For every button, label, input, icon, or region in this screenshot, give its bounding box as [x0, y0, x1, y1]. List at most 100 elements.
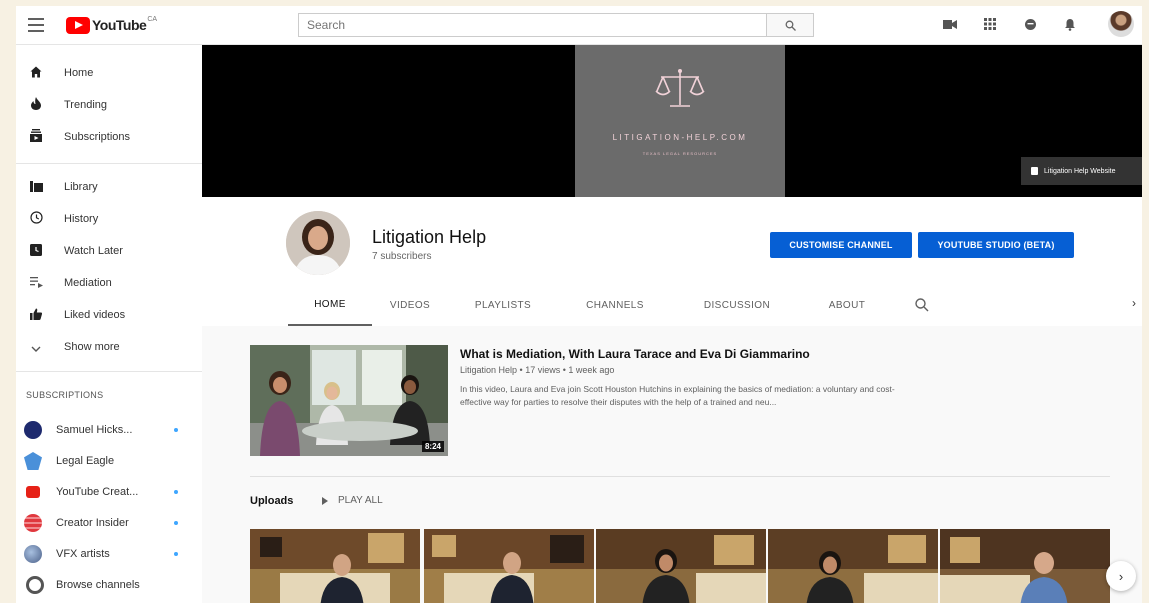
- sidebar-item-mediation[interactable]: Mediation: [16, 269, 202, 297]
- subscription-item[interactable]: Creator Insider: [16, 509, 202, 537]
- banner-link-label: Litigation Help Website: [1044, 167, 1116, 175]
- video-thumbnail-image: [424, 529, 594, 603]
- channel-avatar: [24, 421, 42, 439]
- sidebar-item-label: Subscriptions: [64, 131, 131, 143]
- chevron-down-icon: [28, 340, 44, 355]
- youtube-studio-button[interactable]: YOUTUBE STUDIO (BETA): [918, 232, 1074, 258]
- sidebar-item-history[interactable]: History: [16, 205, 202, 233]
- uploads-shelf-title[interactable]: Uploads: [250, 495, 293, 507]
- youtube-logo[interactable]: YouTube CA: [66, 16, 157, 34]
- subscriptions-icon: [28, 129, 44, 145]
- play-icon: [322, 496, 328, 505]
- sidebar-item-label: Home: [64, 67, 94, 79]
- browser-window: YouTube CA Home: [16, 6, 1142, 603]
- new-content-dot: [174, 521, 178, 525]
- apps-grid-icon[interactable]: [982, 16, 998, 32]
- subscription-item[interactable]: VFX artists: [16, 540, 202, 568]
- shelf-next-button[interactable]: ›: [1106, 561, 1136, 591]
- video-thumbnail-image: [940, 529, 1110, 603]
- subscription-label: Samuel Hicks...: [56, 424, 133, 436]
- video-thumbnail-image: [250, 529, 420, 603]
- upload-video-thumbnail[interactable]: [250, 529, 420, 603]
- upload-video-thumbnail[interactable]: [424, 529, 594, 603]
- sidebar-divider: [16, 371, 202, 372]
- banner-website-link[interactable]: Litigation Help Website: [1021, 157, 1142, 185]
- sidebar-item-label: History: [64, 213, 99, 225]
- sidebar-item-trending[interactable]: Trending: [16, 91, 202, 119]
- search-button[interactable]: [766, 13, 814, 37]
- channel-avatar: [26, 486, 40, 498]
- logo-text: YouTube: [92, 17, 147, 33]
- tab-discussion[interactable]: DISCUSSION: [682, 285, 792, 326]
- sidebar-item-home[interactable]: Home: [16, 59, 202, 87]
- featured-video-thumbnail[interactable]: 8:24: [250, 345, 448, 456]
- sidebar-item-liked-videos[interactable]: Liked videos: [16, 301, 202, 329]
- tab-about[interactable]: ABOUT: [812, 285, 882, 326]
- sidebar-item-show-more[interactable]: Show more: [16, 333, 202, 361]
- sidebar-item-watch-later[interactable]: Watch Later: [16, 237, 202, 265]
- upload-video-thumbnail[interactable]: [940, 529, 1110, 603]
- guide-sidebar: Home Trending Subscriptions Library Hist…: [16, 45, 202, 603]
- banner-title: LITIGATION-HELP.COM: [612, 133, 748, 142]
- sidebar-item-label: Liked videos: [64, 309, 126, 321]
- tab-videos[interactable]: VIDEOS: [372, 285, 448, 326]
- new-content-dot: [174, 552, 178, 556]
- menu-icon[interactable]: [28, 18, 44, 32]
- website-icon: [1031, 167, 1038, 175]
- channel-avatar[interactable]: [286, 211, 350, 275]
- new-content-dot: [174, 490, 178, 494]
- logo-region: CA: [147, 16, 158, 23]
- subscription-label: YouTube Creat...: [56, 486, 139, 498]
- thumbs-up-icon: [28, 308, 44, 323]
- channel-avatar-photo: [286, 211, 350, 275]
- subscription-label: Legal Eagle: [56, 455, 115, 467]
- create-video-icon[interactable]: [942, 16, 958, 32]
- tab-channels[interactable]: CHANNELS: [570, 285, 660, 326]
- subscription-item[interactable]: Legal Eagle: [16, 447, 202, 475]
- channel-avatar: [24, 452, 42, 470]
- account-avatar[interactable]: [1108, 11, 1134, 37]
- history-icon: [28, 211, 44, 227]
- tab-playlists[interactable]: PLAYLISTS: [458, 285, 548, 326]
- home-icon: [28, 66, 44, 81]
- channel-name: Litigation Help: [372, 227, 487, 247]
- upload-video-thumbnail[interactable]: [768, 529, 938, 603]
- subscription-item[interactable]: YouTube Creat...: [16, 478, 202, 506]
- play-all-button[interactable]: PLAY ALL: [322, 495, 383, 506]
- search-icon[interactable]: [914, 297, 930, 313]
- subscription-label: VFX artists: [56, 548, 110, 560]
- flame-icon: [28, 97, 44, 113]
- messages-icon[interactable]: [1022, 16, 1038, 32]
- channel-banner: LITIGATION-HELP.COM TEXAS LEGAL RESOURCE…: [202, 45, 1142, 197]
- channel-avatar: [24, 514, 42, 532]
- sidebar-item-browse-channels[interactable]: Browse channels: [16, 571, 202, 599]
- search-input[interactable]: [298, 13, 768, 37]
- customise-channel-button[interactable]: CUSTOMISE CHANNEL: [770, 232, 912, 258]
- sidebar-divider: [16, 163, 202, 164]
- notifications-bell-icon[interactable]: [1062, 16, 1078, 32]
- banner-art: LITIGATION-HELP.COM TEXAS LEGAL RESOURCE…: [575, 45, 785, 197]
- masthead: YouTube CA: [16, 6, 1142, 45]
- playlist-icon: [28, 276, 44, 291]
- add-circle-icon: [26, 576, 44, 594]
- subscriber-count: 7 subscribers: [372, 251, 432, 262]
- channel-page: LITIGATION-HELP.COM TEXAS LEGAL RESOURCE…: [202, 45, 1142, 603]
- sidebar-item-label: Show more: [64, 341, 120, 353]
- scales-of-justice-icon: [655, 69, 705, 107]
- section-divider: [250, 476, 1110, 477]
- subscriptions-heading: SUBSCRIPTIONS: [26, 390, 104, 400]
- subscription-item[interactable]: Samuel Hicks...: [16, 416, 202, 444]
- sidebar-item-library[interactable]: Library: [16, 173, 202, 201]
- sidebar-item-label: Trending: [64, 99, 108, 111]
- banner-subtitle: TEXAS LEGAL RESOURCES: [642, 151, 718, 156]
- tab-home[interactable]: HOME: [288, 285, 372, 326]
- video-duration: 8:24: [421, 441, 444, 452]
- tabs-scroll-right-icon[interactable]: ›: [1132, 296, 1136, 310]
- subscription-label: Browse channels: [56, 579, 140, 591]
- sidebar-item-label: Mediation: [64, 277, 112, 289]
- play-all-label: PLAY ALL: [338, 495, 383, 506]
- featured-video-title[interactable]: What is Mediation, With Laura Tarace and…: [460, 347, 810, 361]
- sidebar-item-subscriptions[interactable]: Subscriptions: [16, 123, 202, 151]
- subscription-label: Creator Insider: [56, 517, 129, 529]
- upload-video-thumbnail[interactable]: [596, 529, 766, 603]
